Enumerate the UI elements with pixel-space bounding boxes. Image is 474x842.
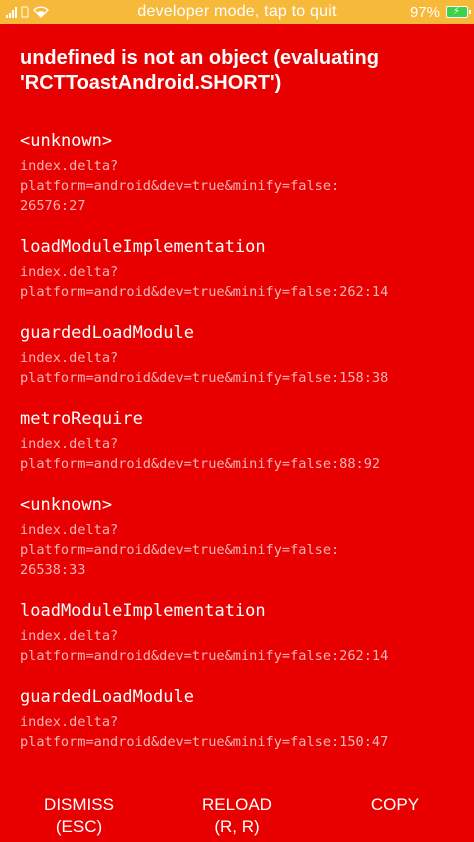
redbox-error-screen: developer mode, tap to quit 97% ⚡ undefi… <box>0 0 474 842</box>
status-icons-left <box>6 6 96 18</box>
stack-frame[interactable]: metroRequire index.delta? platform=androi… <box>20 408 460 474</box>
wifi-icon <box>33 6 49 18</box>
stack-frame[interactable]: <unknown> index.delta? platform=android&d… <box>20 130 460 216</box>
stack-frame-method: <unknown> <box>20 495 113 515</box>
reload-button[interactable]: RELOAD (R, R) <box>188 794 286 838</box>
status-icons-right: 97% ⚡ <box>378 3 471 21</box>
battery-percentage: 97% <box>409 3 440 21</box>
battery-charging-icon: ⚡ <box>446 6 471 18</box>
copy-label: COPY <box>370 795 420 814</box>
stack-frame-location: index.delta? platform=android&dev=true&mi… <box>20 350 389 386</box>
stack-frame-location: index.delta? platform=android&dev=true&mi… <box>20 436 381 472</box>
action-bar: DISMISS (ESC) RELOAD (R, R) COPY <box>0 794 474 842</box>
stack-frame[interactable]: loadModuleImplementation index.delta? pla… <box>20 600 460 666</box>
stack-frame-location: index.delta? platform=android&dev=true&mi… <box>20 522 340 578</box>
stack-frame-method: metroRequire <box>20 409 143 429</box>
stack-frame-method: loadModuleImplementation <box>20 601 266 621</box>
sim-icon <box>21 6 29 18</box>
reload-shortcut: (R, R) <box>214 817 260 836</box>
stack-frame-location: index.delta? platform=android&dev=true&mi… <box>20 158 340 214</box>
dismiss-button[interactable]: DISMISS (ESC) <box>30 794 128 838</box>
dismiss-label: DISMISS <box>44 795 114 814</box>
stack-frame-method: guardedLoadModule <box>20 687 194 707</box>
stack-frame[interactable]: guardedLoadModule index.delta? platform=a… <box>20 322 460 388</box>
stack-frame-location: index.delta? platform=android&dev=true&mi… <box>20 628 389 664</box>
copy-button[interactable]: COPY <box>356 794 434 816</box>
stack-frame[interactable]: guardedLoadModule index.delta? platform=a… <box>20 686 460 752</box>
signal-icon <box>6 6 17 18</box>
stack-frame-method: guardedLoadModule <box>20 323 194 343</box>
stack-frame[interactable]: loadModuleImplementation index.delta? pla… <box>20 236 460 302</box>
dismiss-shortcut: (ESC) <box>55 817 103 836</box>
stack-frame-location: index.delta? platform=android&dev=true&mi… <box>20 714 389 750</box>
status-bar[interactable]: developer mode, tap to quit 97% ⚡ <box>0 0 474 24</box>
developer-mode-text[interactable]: developer mode, tap to quit <box>96 3 378 21</box>
stack-frame-method: loadModuleImplementation <box>20 237 266 257</box>
error-message: undefined is not an object (evaluating '… <box>20 47 379 94</box>
stack-frame-location: index.delta? platform=android&dev=true&mi… <box>20 264 389 300</box>
stack-frame[interactable]: <unknown> index.delta? platform=android&d… <box>20 494 460 580</box>
reload-label: RELOAD <box>202 795 272 814</box>
stack-frame-method: <unknown> <box>20 131 113 151</box>
